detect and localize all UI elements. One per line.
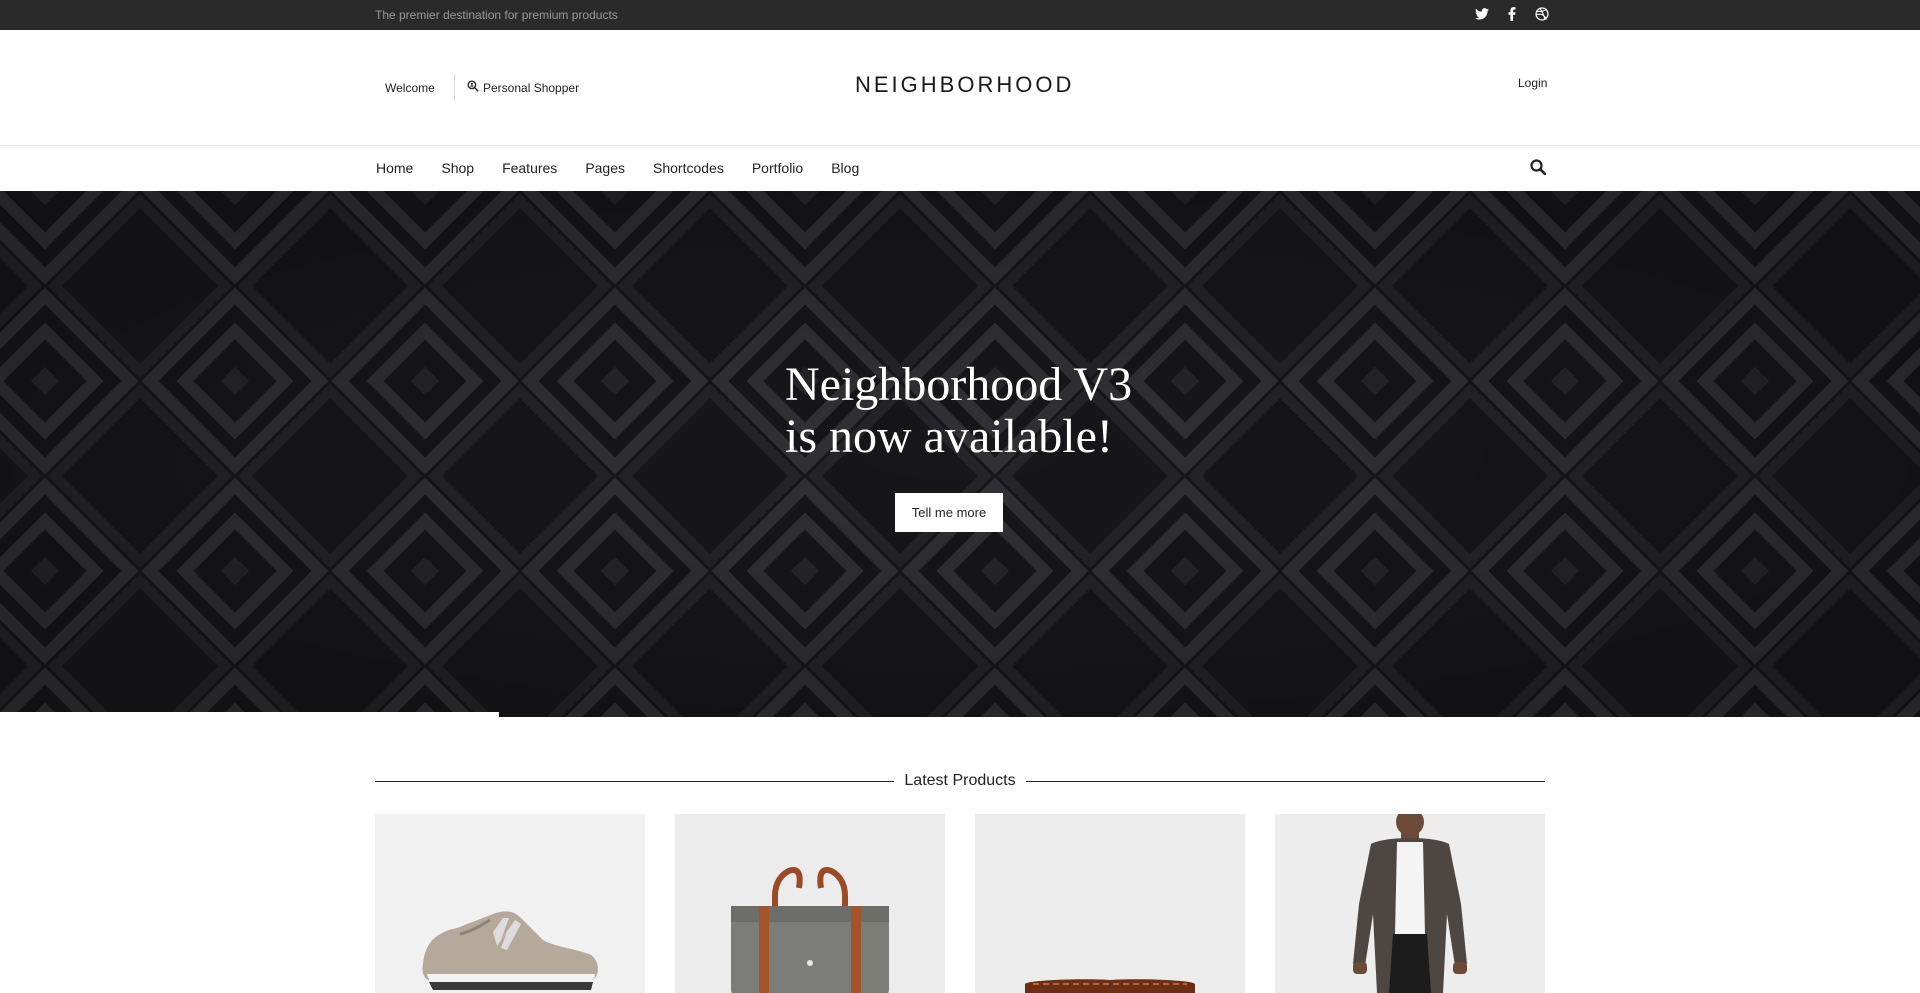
personal-shopper-link[interactable]: Personal Shopper xyxy=(467,80,579,95)
nav-menu: Home Shop Features Pages Shortcodes Portfolio… xyxy=(376,160,859,176)
nav-item-blog[interactable]: Blog xyxy=(831,160,859,176)
welcome-link[interactable]: Welcome xyxy=(385,81,435,95)
top-bar: The premier destination for premium prod… xyxy=(0,0,1920,30)
product-card-jacket[interactable] xyxy=(1275,814,1545,993)
site-header: Welcome Personal Shopper NEIGHBORHOOD Lo… xyxy=(0,30,1920,146)
nav-item-features[interactable]: Features xyxy=(502,160,557,176)
latest-products-heading: Latest Products xyxy=(375,771,1545,791)
login-link[interactable]: Login xyxy=(1518,76,1547,90)
sneaker-image xyxy=(422,911,598,990)
bag-image xyxy=(731,866,889,993)
facebook-icon[interactable] xyxy=(1504,6,1520,22)
nav-item-shop[interactable]: Shop xyxy=(441,160,474,176)
main-navigation: Home Shop Features Pages Shortcodes Portfolio… xyxy=(0,147,1920,191)
dribbble-icon[interactable] xyxy=(1534,6,1550,22)
search-icon[interactable] xyxy=(1530,159,1547,180)
latest-products-title: Latest Products xyxy=(894,772,1026,789)
search-person-icon xyxy=(467,80,479,95)
product-card-bag[interactable] xyxy=(675,814,945,993)
twitter-icon[interactable] xyxy=(1474,6,1490,22)
jacket-model-image xyxy=(1353,814,1467,993)
site-tagline: The premier destination for premium prod… xyxy=(375,8,618,22)
social-links xyxy=(1474,6,1550,22)
slider-progress-bar xyxy=(0,712,500,717)
product-grid xyxy=(375,814,1545,993)
nav-item-portfolio[interactable]: Portfolio xyxy=(752,160,803,176)
nav-item-pages[interactable]: Pages xyxy=(585,160,625,176)
tell-me-more-button[interactable]: Tell me more xyxy=(895,493,1003,532)
personal-shopper-label: Personal Shopper xyxy=(483,80,580,95)
product-card-sunglasses[interactable] xyxy=(975,814,1245,993)
site-logo[interactable]: NEIGHBORHOOD xyxy=(855,72,1074,98)
hero-slider: Neighborhood V3 is now available! Tell m… xyxy=(0,191,1920,717)
hero-title: Neighborhood V3 is now available! xyxy=(785,359,1132,463)
header-divider xyxy=(454,74,455,100)
hero-title-line2: is now available! xyxy=(785,410,1113,463)
nav-item-shortcodes[interactable]: Shortcodes xyxy=(653,160,724,176)
hero-title-line1: Neighborhood V3 xyxy=(785,358,1133,411)
nav-item-home[interactable]: Home xyxy=(376,160,413,176)
sunglasses-image xyxy=(1025,979,1195,993)
product-card-sneaker[interactable] xyxy=(375,814,645,993)
